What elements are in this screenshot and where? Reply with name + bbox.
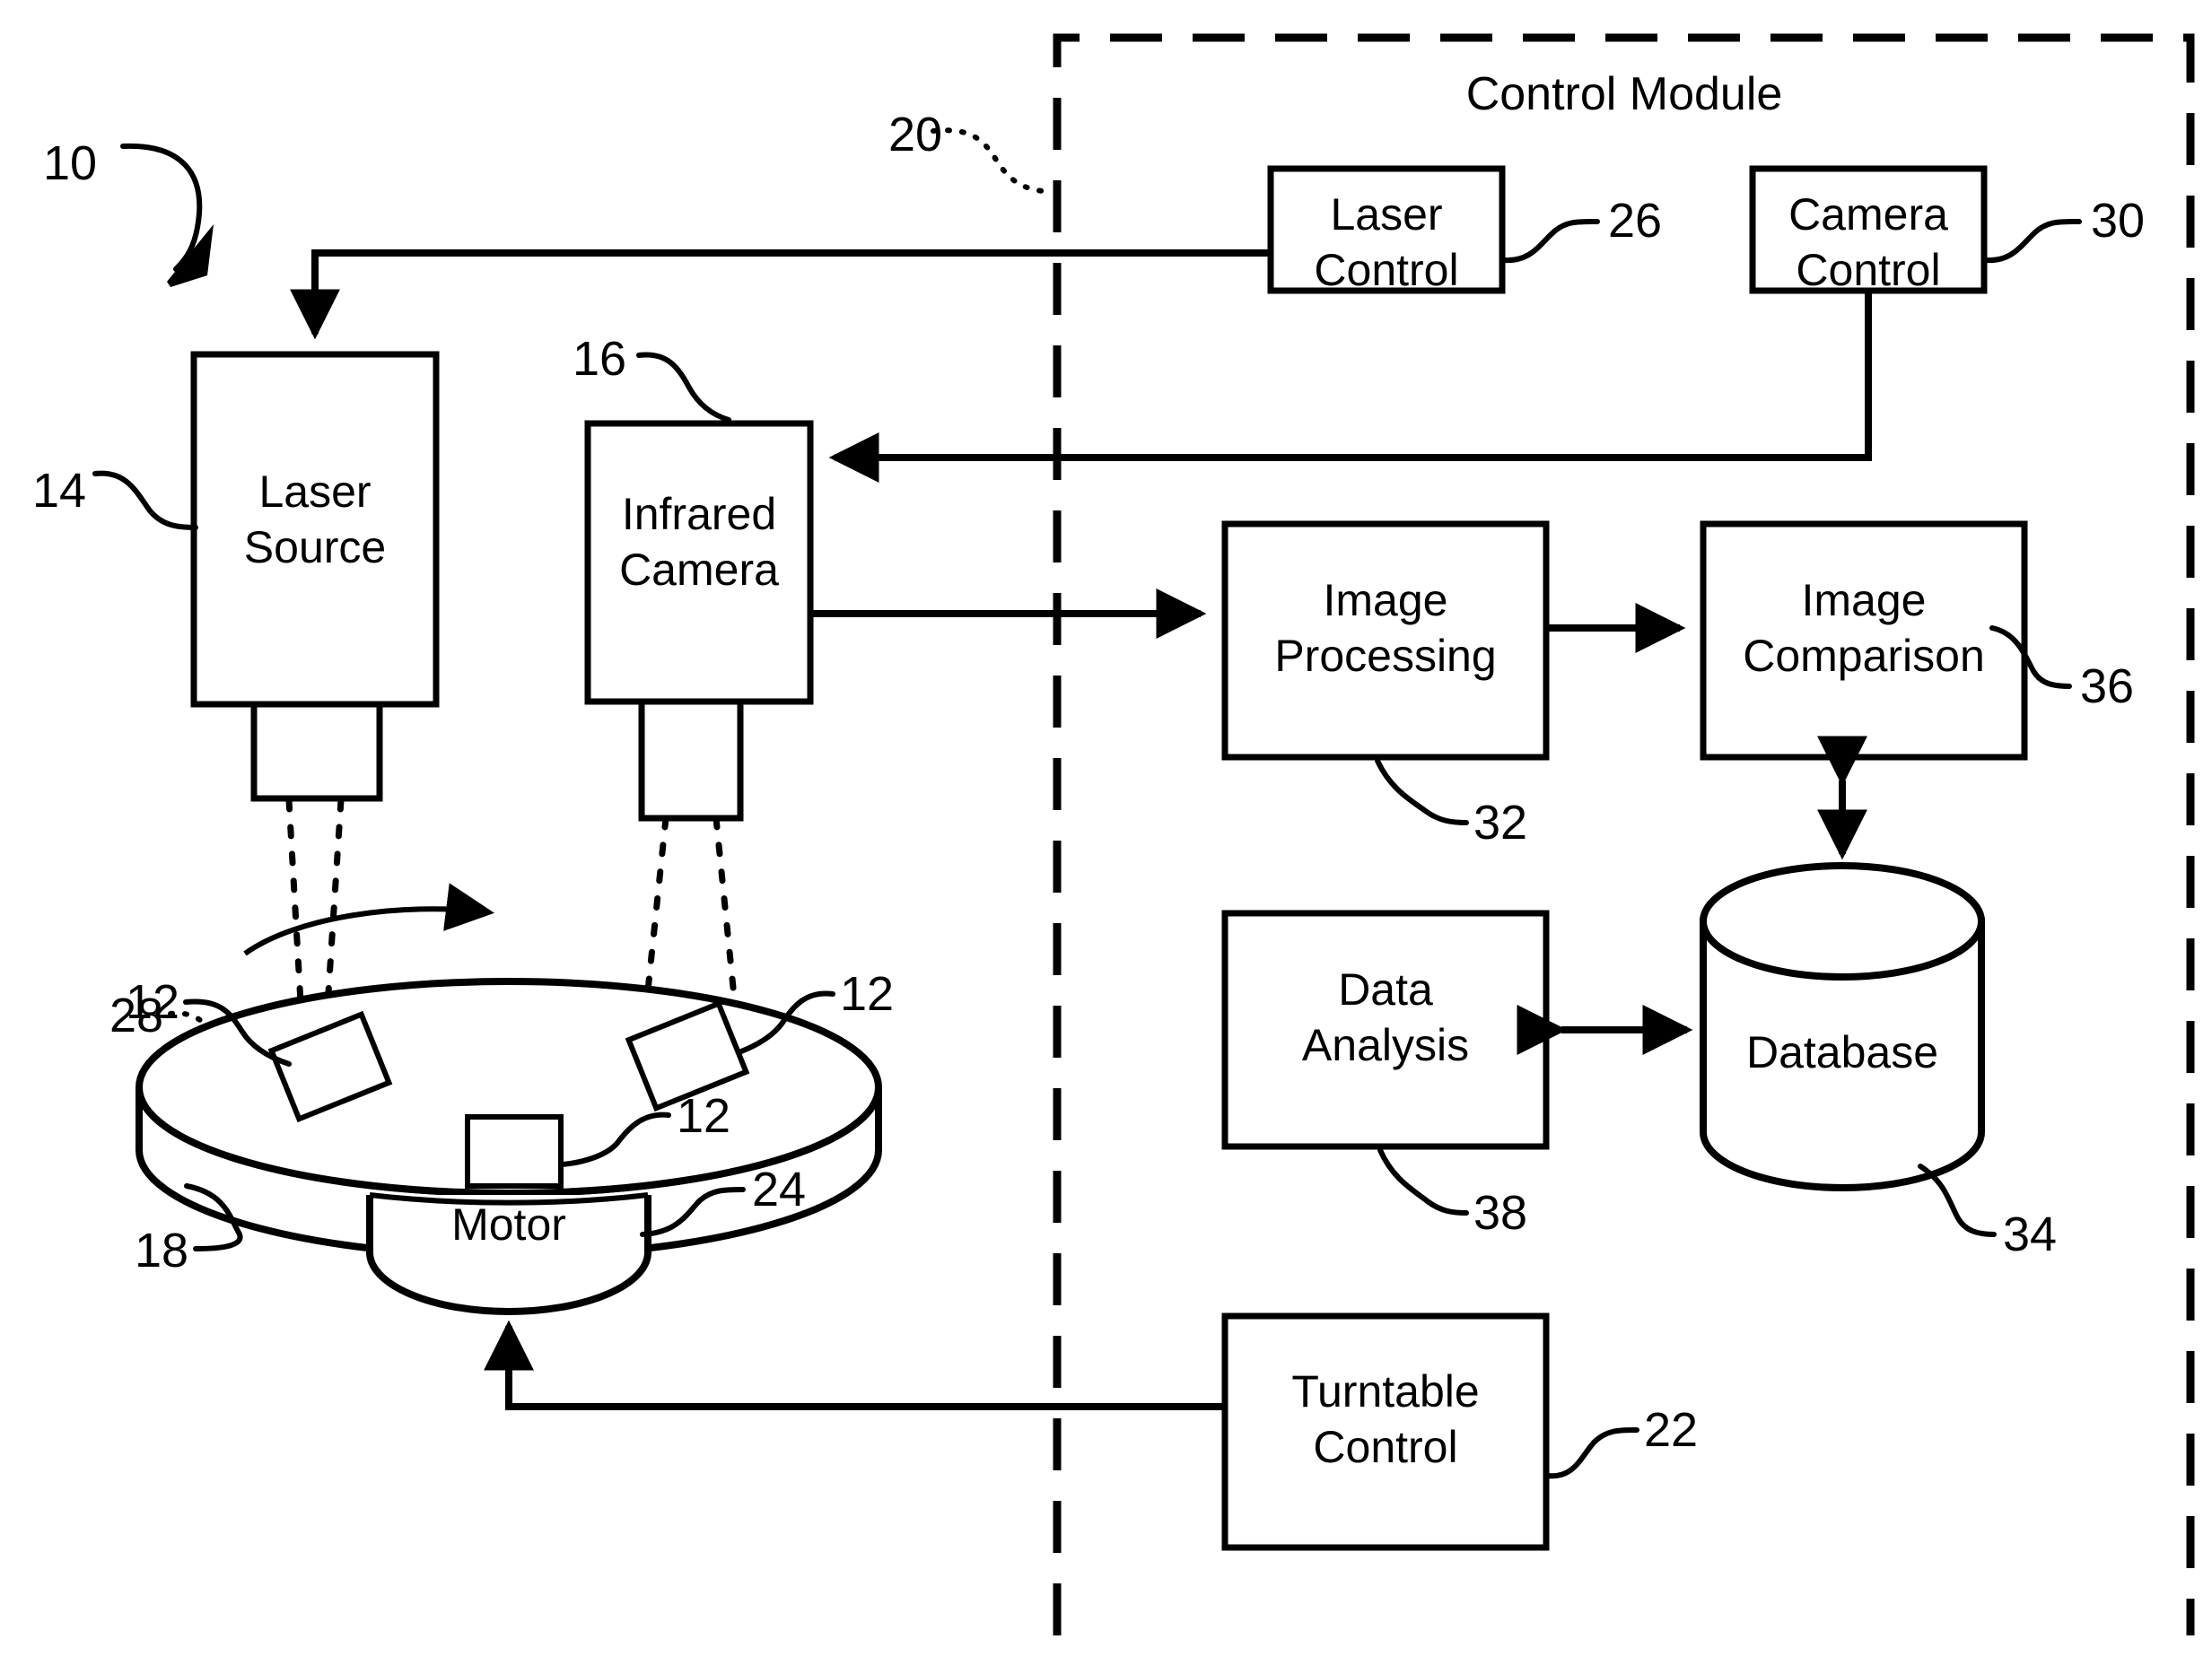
object-center-ref-number: 12 (677, 1089, 730, 1143)
image-comparison-ref-number: 36 (2080, 659, 2134, 713)
object-center[interactable] (465, 1114, 564, 1189)
laser-control-ref-leader (1501, 218, 1600, 264)
control-module-ref-number: 20 (888, 108, 942, 161)
turntable-control-ref-number: 22 (1644, 1403, 1698, 1457)
control-module-title: Control Module (1466, 68, 1783, 120)
camera-control-label-2: Control (1796, 245, 1940, 295)
camera-control-ref-number: 30 (2091, 194, 2145, 248)
laser-source-lens (250, 701, 383, 802)
data-analysis-label-1: Data (1338, 964, 1433, 1015)
laser-source-ref-leader (92, 470, 198, 530)
laser-control-ref-number: 26 (1608, 194, 1662, 248)
data-analysis-label-2: Analysis (1302, 1020, 1469, 1070)
image-processing-ref-number: 32 (1473, 796, 1527, 850)
laser-source-label-2: Source (244, 522, 386, 572)
system-ref-number: 10 (43, 136, 97, 190)
laser-control-label-2: Control (1314, 245, 1458, 295)
laser-control-label-1: Laser (1330, 189, 1442, 240)
object-left-ref-number: 12 (126, 975, 179, 1029)
database-label: Database (1746, 1027, 1938, 1077)
image-processing-label-1: Image (1324, 575, 1448, 625)
system-ref-leader (120, 143, 214, 287)
image-processing-ref-leader (1375, 758, 1469, 825)
data-analysis-ref-leader (1377, 1147, 1469, 1216)
turntable-control-label-1: Turntable (1291, 1366, 1479, 1417)
motor-ref-number: 24 (752, 1163, 806, 1216)
control-module-ref-leader (931, 127, 1054, 195)
wire-laser-control-to-source (290, 249, 1271, 340)
database-ref-number: 34 (2003, 1208, 2057, 1261)
infrared-camera-label-2: Camera (619, 545, 779, 595)
data-analysis-ref-number: 38 (1473, 1186, 1527, 1240)
infrared-camera-ref-leader (636, 352, 731, 423)
laser-source-label-1: Laser (258, 466, 371, 517)
figure-canvas: Control Module 10 20 Laser Control 26 Ca… (32, 33, 2195, 1635)
camera-control-label-1: Camera (1788, 189, 1948, 240)
turntable-control-ref-leader (1545, 1427, 1639, 1479)
camera-control-ref-leader (1983, 218, 2082, 264)
rotation-arrow (243, 883, 494, 956)
image-processing-label-2: Processing (1274, 631, 1496, 681)
infrared-camera-label-1: Infrared (622, 489, 776, 539)
motor-label: Motor (451, 1199, 566, 1250)
image-comparison-label-1: Image (1802, 575, 1927, 625)
object-right-ref-number: 12 (840, 967, 894, 1021)
turntable-ref-number: 18 (135, 1224, 188, 1277)
wire-turntable-control-to-motor (484, 1320, 1225, 1410)
infrared-camera-ref-number: 16 (573, 332, 626, 386)
wire-camera-control-to-camera (828, 291, 1872, 483)
infrared-camera-lens (638, 698, 744, 822)
patent-figure: Control Module 10 20 Laser Control 26 Ca… (0, 0, 2212, 1674)
database-ref-leader (1918, 1164, 1997, 1237)
turntable-control-label-2: Control (1313, 1422, 1457, 1472)
image-comparison-label-2: Comparison (1743, 631, 1985, 681)
laser-source-ref-number: 14 (32, 464, 86, 518)
